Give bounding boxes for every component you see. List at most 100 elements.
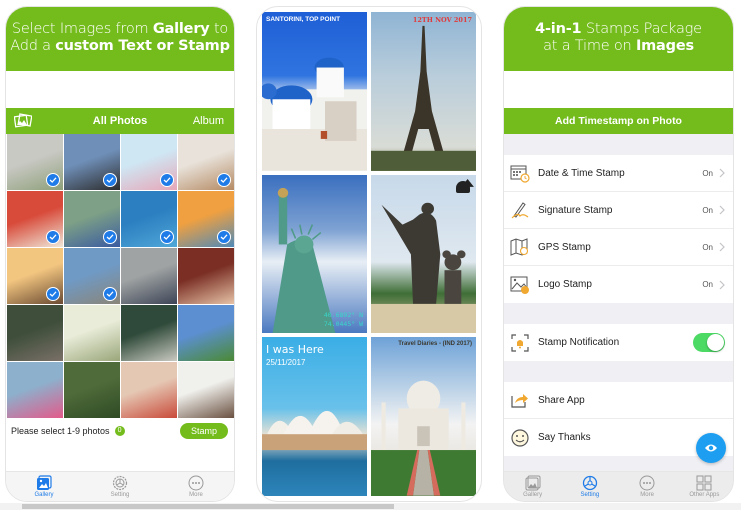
photo-thumbnail[interactable] [7,362,63,418]
promo-highlight: Gallery [152,21,210,37]
share-app-row[interactable]: Share App [504,382,733,419]
photo-taj-mahal: Travel Diaries - (IND 2017) [371,337,476,496]
calendar-clock-icon [510,165,530,183]
checkmark-icon [103,173,117,187]
promo-highlight: Images [635,38,694,54]
tab-label: More [640,492,654,498]
tab-other-apps[interactable]: Other Apps [676,472,733,501]
photo-santorini: SANTORINI, TOP POINT [262,12,367,171]
checkmark-icon [46,230,60,244]
grid-apps-icon [696,475,712,491]
tab-gallery[interactable]: Gallery [504,472,561,501]
tab-bar: Gallery Setting More [6,471,234,501]
tab-setting[interactable]: Setting [82,472,158,501]
photo-sydney-opera-house: I was Here 25/11/2017 [262,337,367,496]
photo-thumbnail[interactable] [178,305,234,361]
settings-wheel-icon [112,475,128,491]
promo-highlight: custom Text or Stamp [55,38,230,54]
more-icon [639,475,655,491]
chevron-right-icon [719,280,725,289]
tab-label: Gallery [523,492,543,498]
photo-thumbnail[interactable] [178,248,234,304]
row-label: Stamp Notification [538,337,620,348]
selection-hint: Please select 1-9 photos [11,426,110,436]
tab-more[interactable]: More [158,472,234,501]
settings-nav-title: Add Timestamp on Photo [504,108,733,134]
tab-label: Other Apps [689,492,720,498]
gallery-icon [37,475,52,490]
photo-thumbnail[interactable] [64,362,120,418]
selected-count-badge: 0 [114,426,125,436]
section-spacer [504,361,733,382]
text-stamp-line: 25/11/2017 [266,358,306,368]
checkmark-icon [160,230,174,244]
row-label: Date & Time Stamp [538,167,625,179]
selection-bar: Please select 1-9 photos 0 Stamp [6,418,234,444]
photo-statue-of-liberty: 40.6892° N 74.0445° W [262,174,367,334]
row-label: Logo Stamp [538,279,592,290]
photo-walt-mickey-statue [371,174,476,334]
checkmark-icon [103,287,117,301]
photo-thumbnail[interactable] [7,134,63,190]
checkmark-icon [46,287,60,301]
gps-stamp-line: 74.0445° W [323,320,363,329]
stamp-button[interactable]: Stamp [180,423,228,439]
app-store-screenshots: Select Images from Gallery to Add a cust… [0,0,741,510]
photo-thumbnail[interactable] [7,191,63,247]
photo-thumbnail[interactable] [64,305,120,361]
photo-thumbnail[interactable] [121,134,177,190]
stamped-photos-collage: SANTORINI, TOP POINT 12TH NOV 2017 40.68… [256,6,482,502]
tab-gallery[interactable]: Gallery [6,472,82,501]
bell-frame-icon [511,333,529,352]
photo-thumbnail[interactable] [7,248,63,304]
photo-thumbnail[interactable] [178,134,234,190]
horizontal-scrollbar[interactable] [0,503,741,510]
photo-thumbnail[interactable] [178,362,234,418]
photo-thumbnail[interactable] [121,191,177,247]
stamp-row-gps[interactable]: GPS Stamp On [504,229,733,266]
photo-thumbnail[interactable] [121,248,177,304]
map-icon [510,238,529,256]
chevron-right-icon [719,168,725,178]
scrollbar-thumb[interactable] [22,504,394,509]
tab-bar: Gallery Setting More [504,471,733,501]
gallery-icon [525,475,541,491]
photo-thumbnail[interactable] [64,248,120,304]
tab-setting[interactable]: Setting [561,472,618,501]
stamp-row-signature[interactable]: Signature Stamp On [504,192,733,229]
photo-thumbnail[interactable] [178,191,234,247]
status-area [6,71,234,108]
tab-label: Gallery [34,492,54,498]
photo-thumbnail[interactable] [121,305,177,361]
checkmark-icon [217,230,231,244]
gallery-screen: Select Images from Gallery to Add a cust… [5,6,235,502]
photo-thumbnail[interactable] [64,134,120,190]
text-stamp-line: I was Here [266,343,324,357]
chevron-right-icon [719,205,725,215]
tab-label: More [189,492,203,498]
tab-more[interactable]: More [619,472,676,501]
preview-fab-button[interactable] [696,433,726,463]
row-value: On [702,168,713,178]
checkmark-icon [103,230,117,244]
stamp-caption: SANTORINI, TOP POINT [266,16,341,23]
smiley-icon [511,428,529,447]
stamp-row-logo[interactable]: Logo Stamp On [504,266,733,303]
section-spacer [504,303,733,324]
checkmark-icon [46,173,60,187]
stamp-caption: Travel Diaries - (IND 2017) [398,341,472,348]
stamp-notification-row: Stamp Notification [504,324,733,361]
album-button[interactable]: Album [193,115,224,127]
photo-thumbnail[interactable] [121,362,177,418]
stamp-notification-toggle[interactable] [693,333,725,352]
stamp-row-date-time[interactable]: Date & Time Stamp On [504,155,733,192]
promo-banner: Select Images from Gallery to Add a cust… [6,7,234,71]
photo-thumbnail[interactable] [64,191,120,247]
tab-label: Setting [580,492,600,498]
photos-icon[interactable] [14,113,32,128]
checkmark-icon [217,173,231,187]
promo-text: Select Images from [11,21,153,37]
promo-text: at a Time on [543,38,636,54]
gallery-nav-bar: All Photos Album [6,108,234,134]
photo-thumbnail[interactable] [7,305,63,361]
